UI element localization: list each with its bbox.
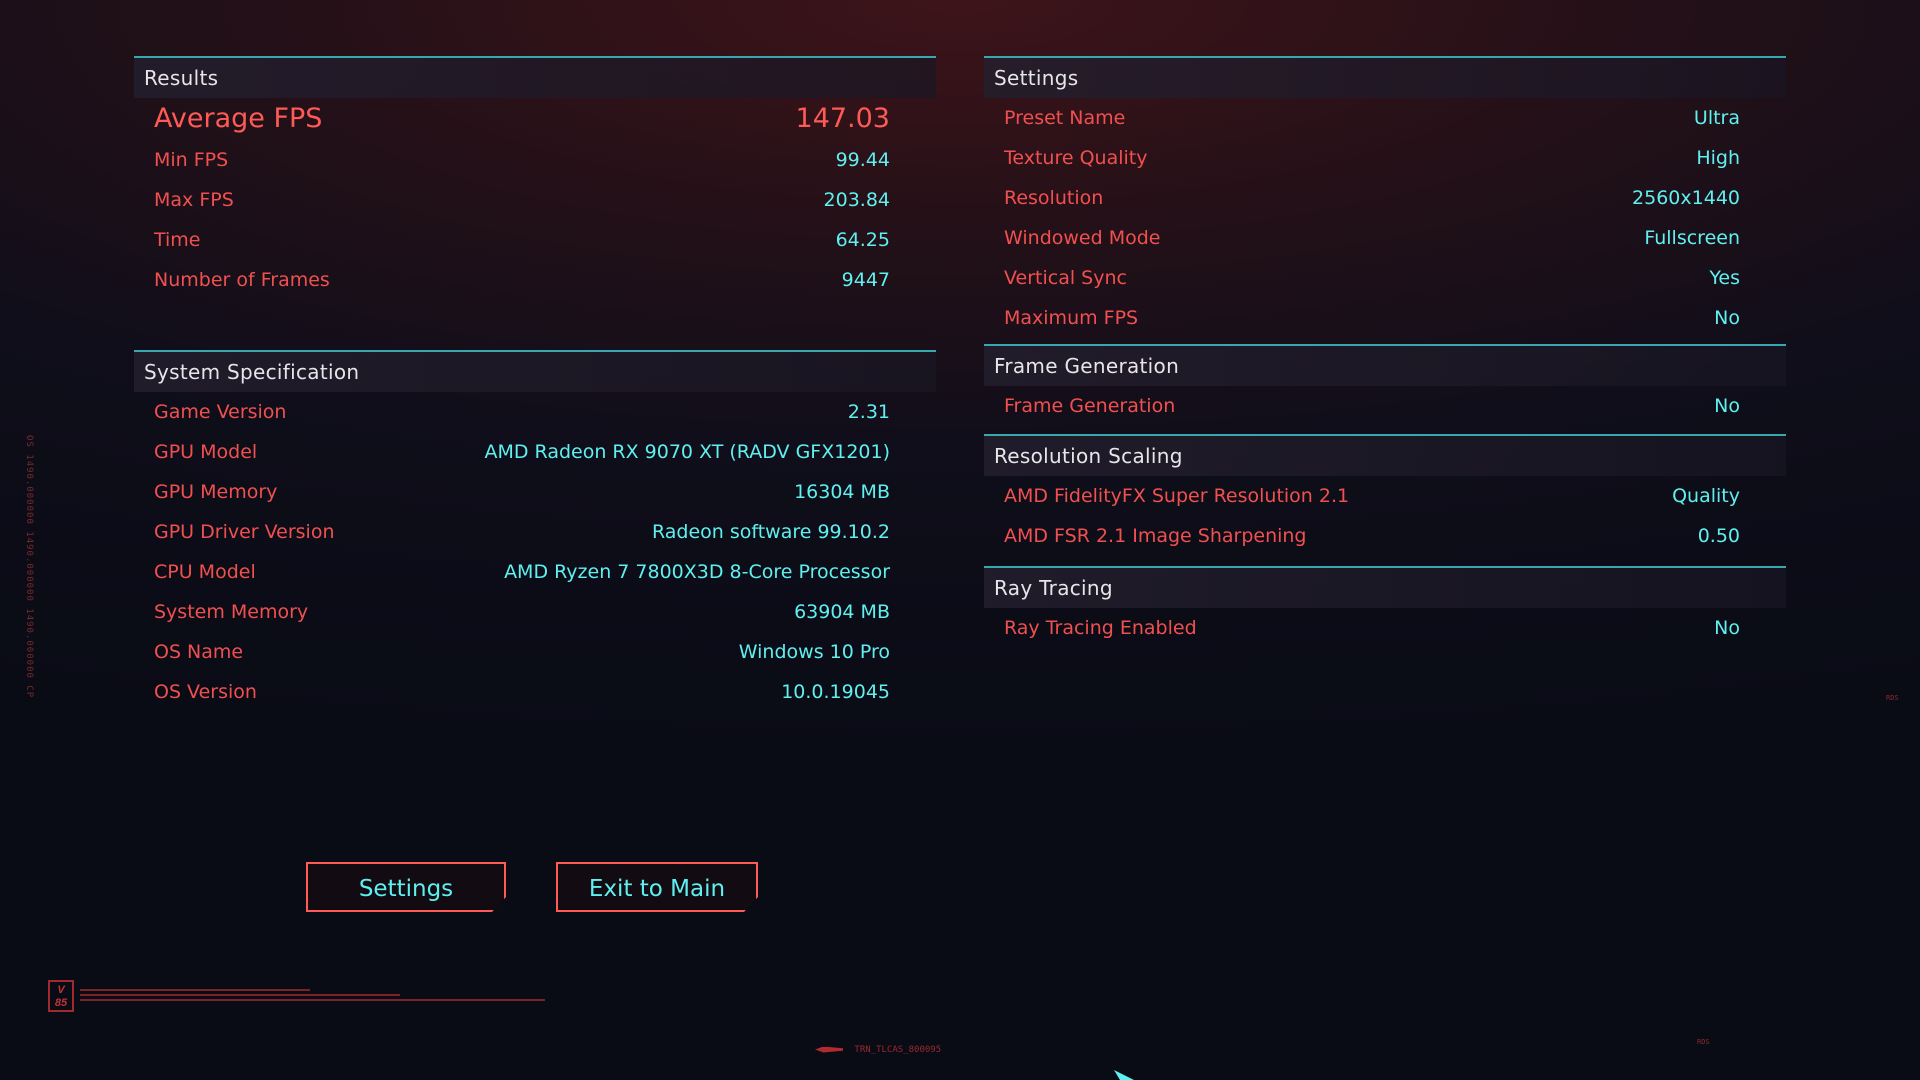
bottom-tag: TRN_TLCAS_800095 (815, 1044, 941, 1056)
os-version-row: OS Version 10.0.19045 (134, 672, 936, 712)
average-fps-row: Average FPS 147.03 (134, 98, 936, 140)
ray-tracing-row: Ray Tracing Enabled No (984, 608, 1786, 648)
row-label: System Memory (154, 601, 309, 623)
settings-button[interactable]: Settings (306, 862, 506, 912)
row-label: Maximum FPS (1004, 307, 1139, 329)
row-value: Fullscreen (1644, 227, 1740, 249)
gpu-model-row: GPU Model AMD Radeon RX 9070 XT (RADV GF… (134, 432, 936, 472)
row-value: Ultra (1693, 107, 1740, 129)
row-label: GPU Model (154, 441, 258, 463)
time-row: Time 64.25 (134, 220, 936, 260)
exit-button-label: Exit to Main Menu (588, 876, 726, 952)
row-value: 203.84 (823, 189, 890, 211)
system-section: System Specification Game Version 2.31 G… (134, 350, 936, 712)
left-column: Results Average FPS 147.03 Min FPS 99.44… (134, 56, 936, 712)
preset-row: Preset Name Ultra (984, 98, 1786, 138)
row-value: AMD Radeon RX 9070 XT (RADV GFX1201) (484, 441, 890, 463)
frame-generation-row: Frame Generation No (984, 386, 1786, 426)
row-label: Min FPS (154, 149, 229, 171)
row-value: 2560x1440 (1632, 187, 1740, 209)
results-header: Results (134, 56, 936, 98)
texture-row: Texture Quality High (984, 138, 1786, 178)
row-value: Windows 10 Pro (738, 641, 890, 663)
resolution-scaling-section: Resolution Scaling AMD FidelityFX Super … (984, 434, 1786, 556)
row-value: AMD Ryzen 7 7800X3D 8-Core Processor (504, 561, 890, 583)
row-label: GPU Driver Version (154, 521, 335, 543)
row-value: Radeon software 99.10.2 (651, 521, 890, 543)
gpu-memory-row: GPU Memory 16304 MB (134, 472, 936, 512)
os-name-row: OS Name Windows 10 Pro (134, 632, 936, 672)
row-value: 64.25 (835, 229, 890, 251)
row-value: No (1714, 395, 1740, 417)
max-fps-setting-row: Maximum FPS No (984, 298, 1786, 338)
cpu-model-row: CPU Model AMD Ryzen 7 7800X3D 8-Core Pro… (134, 552, 936, 592)
row-label: Game Version (154, 401, 287, 423)
bottom-tag-text: TRN_TLCAS_800095 (854, 1045, 942, 1055)
settings-button-label: Settings (358, 876, 454, 902)
row-label: Number of Frames (154, 269, 330, 291)
row-label: OS Version (154, 681, 257, 703)
row-label: Ray Tracing Enabled (1004, 617, 1197, 639)
frame-generation-header: Frame Generation (984, 344, 1786, 386)
max-fps-row: Max FPS 203.84 (134, 180, 936, 220)
min-fps-row: Min FPS 99.44 (134, 140, 936, 180)
row-value: 99.44 (835, 149, 890, 171)
row-label: CPU Model (154, 561, 256, 583)
logo-top: V (57, 984, 65, 996)
settings-header: Settings (984, 56, 1786, 98)
system-header: System Specification (134, 350, 936, 392)
row-value: 2.31 (847, 401, 890, 423)
row-value: No (1714, 617, 1740, 639)
row-value: High (1696, 147, 1740, 169)
row-label: OS Name (154, 641, 244, 663)
row-value: 16304 MB (794, 481, 890, 503)
system-memory-row: System Memory 63904 MB (134, 592, 936, 632)
game-version-row: Game Version 2.31 (134, 392, 936, 432)
row-value: 9447 (841, 269, 890, 291)
row-label: Max FPS (154, 189, 234, 211)
average-fps-value: 147.03 (795, 103, 890, 134)
row-label: Time (154, 229, 201, 251)
corner-mark-bottom: RDS (1697, 1038, 1710, 1046)
row-value: 0.50 (1697, 525, 1740, 547)
ray-tracing-section: Ray Tracing Ray Tracing Enabled No (984, 566, 1786, 648)
row-value: 10.0.19045 (781, 681, 890, 703)
row-label: Preset Name (1004, 107, 1126, 129)
row-label: Resolution (1004, 187, 1104, 209)
fsr-row: AMD FidelityFX Super Resolution 2.1 Qual… (984, 476, 1786, 516)
fine-print-graphic (80, 989, 545, 1001)
fsr-sharpening-row: AMD FSR 2.1 Image Sharpening 0.50 (984, 516, 1786, 556)
row-label: GPU Memory (154, 481, 278, 503)
ray-tracing-header: Ray Tracing (984, 566, 1786, 608)
settings-section: Settings Preset Name Ultra Texture Quali… (984, 56, 1786, 338)
corner-mark-mid: RDS (1886, 694, 1899, 702)
v85-logo: V 85 (48, 980, 74, 1012)
row-label: AMD FidelityFX Super Resolution 2.1 (1004, 485, 1350, 507)
tag-arrow-icon (815, 1046, 843, 1053)
row-value: Quality (1672, 485, 1740, 507)
exit-to-main-menu-button[interactable]: Exit to Main Menu (556, 862, 758, 912)
frame-generation-section: Frame Generation Frame Generation No (984, 344, 1786, 426)
side-code-text: OS 1490.000000 1490.000000 1490.000000 C… (24, 435, 34, 699)
row-label: Texture Quality (1004, 147, 1148, 169)
row-value: 63904 MB (794, 601, 890, 623)
row-value: No (1714, 307, 1740, 329)
results-section: Results Average FPS 147.03 Min FPS 99.44… (134, 56, 936, 300)
resolution-row: Resolution 2560x1440 (984, 178, 1786, 218)
vsync-row: Vertical Sync Yes (984, 258, 1786, 298)
resolution-scaling-header: Resolution Scaling (984, 434, 1786, 476)
windowed-row: Windowed Mode Fullscreen (984, 218, 1786, 258)
row-label: Vertical Sync (1004, 267, 1127, 289)
row-label: Frame Generation (1004, 395, 1176, 417)
right-column: Settings Preset Name Ultra Texture Quali… (984, 56, 1786, 648)
logo-bottom: 85 (54, 997, 68, 1009)
fine-print-lines (80, 988, 550, 1006)
average-fps-label: Average FPS (154, 103, 323, 134)
row-label: Windowed Mode (1004, 227, 1161, 249)
mouse-cursor-icon (1114, 1070, 1134, 1080)
row-value: Yes (1709, 267, 1740, 289)
gpu-driver-row: GPU Driver Version Radeon software 99.10… (134, 512, 936, 552)
row-label: AMD FSR 2.1 Image Sharpening (1004, 525, 1307, 547)
frames-row: Number of Frames 9447 (134, 260, 936, 300)
